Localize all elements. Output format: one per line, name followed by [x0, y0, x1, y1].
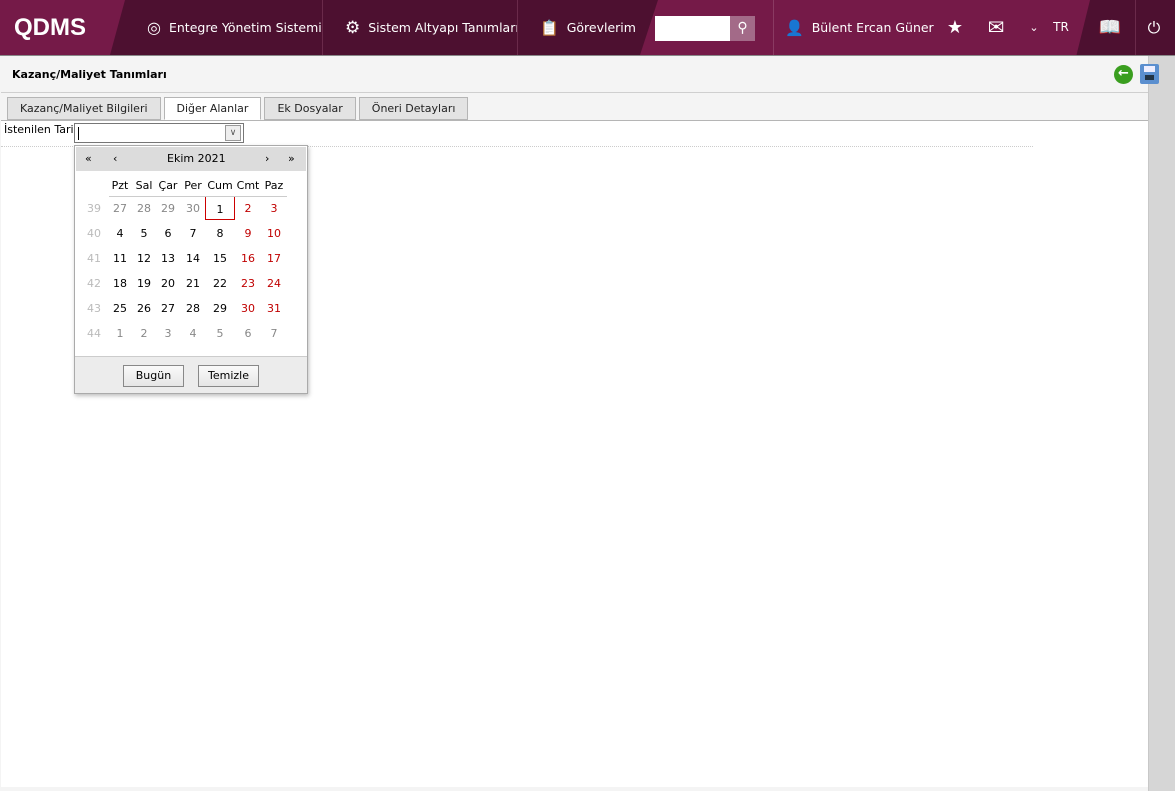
week-number: 40	[87, 227, 101, 240]
calendar-day[interactable]: 30	[180, 198, 206, 220]
calendar-day[interactable]: 29	[155, 198, 181, 220]
clipboard-icon: 📋	[540, 18, 559, 37]
prev-year-button[interactable]: «	[85, 152, 92, 165]
top-navigation-bar: QDMS ◎ Entegre Yönetim Sistemi ⚙ Sistem Al…	[0, 0, 1175, 56]
weekday-header: Per	[184, 179, 202, 192]
calendar-day[interactable]: 20	[155, 273, 181, 295]
search-input[interactable]	[655, 16, 730, 41]
language-selector[interactable]: TR	[1050, 0, 1072, 55]
calendar-day[interactable]: 18	[107, 273, 133, 295]
today-button[interactable]: Bugün	[123, 365, 184, 387]
nav-entegre-yonetim[interactable]: ◎ Entegre Yönetim Sistemi	[147, 0, 322, 55]
week-number: 44	[87, 327, 101, 340]
calendar-day[interactable]: 14	[180, 248, 206, 270]
chevron-down-icon[interactable]: ⌄	[1026, 0, 1042, 55]
calendar-day[interactable]: 21	[180, 273, 206, 295]
calendar-day[interactable]: 13	[155, 248, 181, 270]
help-book-icon[interactable]: 📖	[1097, 0, 1123, 55]
calendar-day[interactable]: 29	[207, 298, 233, 320]
tab-kazanc-maliyet-bilgileri[interactable]: Kazanç/Maliyet Bilgileri	[7, 97, 161, 120]
calendar-day[interactable]: 9	[235, 223, 261, 245]
calendar-day[interactable]: 7	[261, 323, 287, 345]
calendar-day[interactable]: 17	[261, 248, 287, 270]
week-number: 42	[87, 277, 101, 290]
tab-oneri-detaylari[interactable]: Öneri Detayları	[358, 97, 469, 120]
calendar-day[interactable]: 15	[207, 248, 233, 270]
nav-gorevlerim[interactable]: 📋 Görevlerim	[540, 0, 636, 55]
calendar-footer: Bugün Temizle	[75, 356, 307, 393]
nav-sistem-altyapi[interactable]: ⚙ Sistem Altyapı Tanımları	[345, 0, 519, 55]
date-picker-popup: « ‹ Ekim 2021 › » Pzt Sal Çar Per Cum Cmt Paz 3…	[74, 145, 308, 394]
istenilen-tarih-label: İstenilen Tarih	[4, 123, 81, 136]
calendar-day[interactable]: 2	[235, 198, 261, 220]
next-month-button[interactable]: ›	[265, 152, 269, 165]
calendar-day[interactable]: 6	[155, 223, 181, 245]
user-icon: 👤	[785, 18, 804, 37]
star-icon[interactable]: ★	[944, 0, 966, 55]
calendar-day[interactable]: 12	[131, 248, 157, 270]
calendar-day[interactable]: 19	[131, 273, 157, 295]
q-icon: ◎	[147, 18, 161, 37]
calendar-day[interactable]: 8	[207, 223, 233, 245]
weekday-header: Cum	[207, 179, 233, 192]
tab-bar: Kazanç/Maliyet Bilgileri Diğer Alanlar E…	[7, 97, 469, 120]
calendar-day[interactable]: 2	[131, 323, 157, 345]
calendar-day[interactable]: 16	[235, 248, 261, 270]
calendar-day[interactable]: 24	[261, 273, 287, 295]
tab-diger-alanlar[interactable]: Diğer Alanlar	[163, 97, 262, 120]
user-menu[interactable]: 👤 Bülent Ercan Güner	[785, 0, 934, 55]
weekday-header: Cmt	[236, 179, 260, 192]
search-icon: ⚲	[737, 20, 748, 36]
save-icon[interactable]	[1140, 64, 1159, 84]
month-year-label[interactable]: Ekim 2021	[167, 152, 226, 165]
calendar-day[interactable]: 30	[235, 298, 261, 320]
page-title: Kazanç/Maliyet Tanımları	[12, 68, 167, 81]
calendar-day[interactable]: 4	[107, 223, 133, 245]
gear-icon: ⚙	[345, 17, 361, 38]
qdms-logo[interactable]: QDMS	[0, 0, 125, 55]
calendar-day[interactable]: 11	[107, 248, 133, 270]
next-year-button[interactable]: »	[288, 152, 295, 165]
calendar-day[interactable]: 1	[205, 196, 235, 220]
calendar-day[interactable]: 26	[131, 298, 157, 320]
back-icon[interactable]: ←	[1114, 65, 1133, 84]
clear-button[interactable]: Temizle	[198, 365, 259, 387]
calendar-day[interactable]: 31	[261, 298, 287, 320]
week-number: 43	[87, 302, 101, 315]
calendar-day[interactable]: 1	[107, 323, 133, 345]
calendar-day[interactable]: 27	[107, 198, 133, 220]
calendar-day[interactable]: 5	[131, 223, 157, 245]
istenilen-tarih-input[interactable]: ∨	[74, 123, 244, 143]
prev-month-button[interactable]: ‹	[113, 152, 117, 165]
scrollbar[interactable]	[1148, 56, 1175, 791]
calendar-day[interactable]: 22	[207, 273, 233, 295]
weekday-header: Çar	[158, 179, 178, 192]
power-icon[interactable]: ⏻	[1143, 0, 1165, 55]
tab-ek-dosyalar[interactable]: Ek Dosyalar	[264, 97, 356, 120]
calendar-day[interactable]: 25	[107, 298, 133, 320]
weekday-header: Paz	[264, 179, 284, 192]
calendar-day[interactable]: 3	[155, 323, 181, 345]
calendar-day[interactable]: 28	[180, 298, 206, 320]
calendar-day[interactable]: 3	[261, 198, 287, 220]
calendar-day[interactable]: 6	[235, 323, 261, 345]
chevron-down-icon[interactable]: ∨	[225, 125, 241, 141]
weekday-header: Pzt	[111, 179, 129, 192]
calendar-day[interactable]: 10	[261, 223, 287, 245]
weekday-header: Sal	[135, 179, 153, 192]
search-button[interactable]: ⚲	[730, 16, 755, 41]
calendar-day[interactable]: 4	[180, 323, 206, 345]
mail-icon[interactable]: ✉	[984, 0, 1008, 55]
calendar-day[interactable]: 28	[131, 198, 157, 220]
calendar-header: « ‹ Ekim 2021 › »	[76, 147, 306, 171]
week-number: 41	[87, 252, 101, 265]
calendar-day[interactable]: 23	[235, 273, 261, 295]
week-number: 39	[87, 202, 101, 215]
calendar-day[interactable]: 5	[207, 323, 233, 345]
calendar-day[interactable]: 7	[180, 223, 206, 245]
calendar-day[interactable]: 27	[155, 298, 181, 320]
